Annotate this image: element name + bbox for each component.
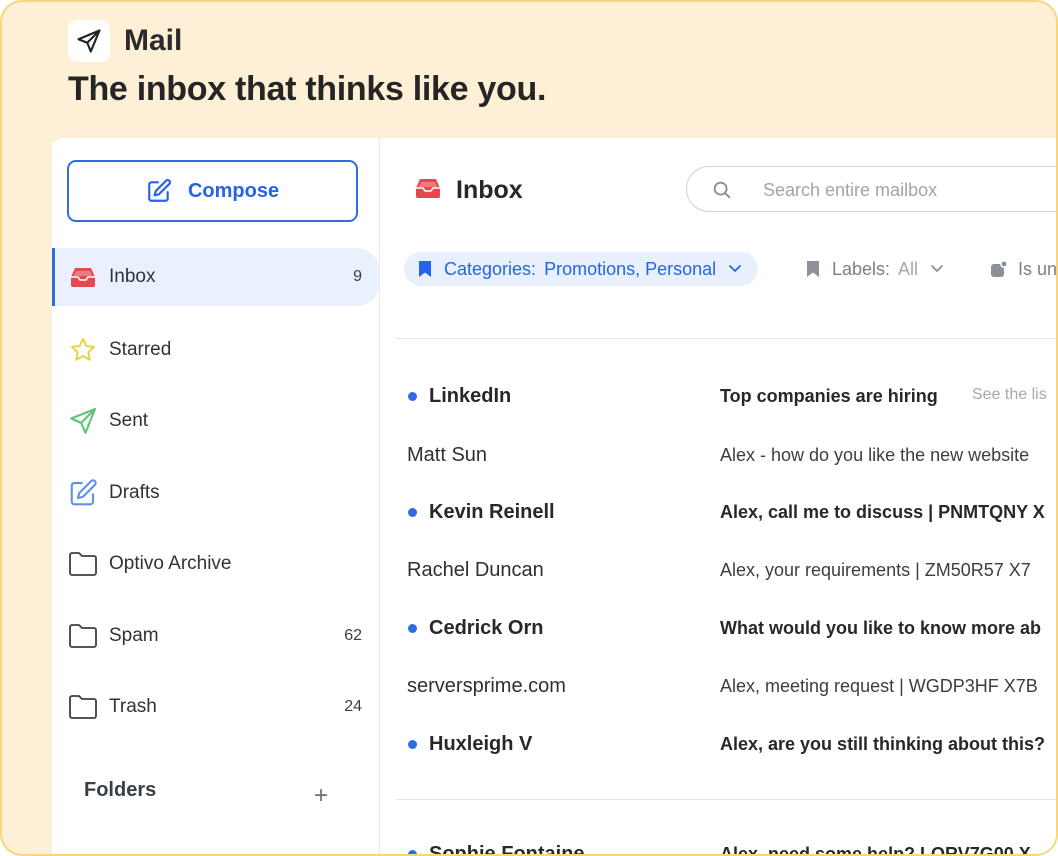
message-subject: Alex, meeting request | WGDP3HF X7B xyxy=(720,676,1038,696)
divider xyxy=(396,799,1056,800)
compose-icon xyxy=(148,179,171,202)
edit-icon xyxy=(67,477,99,509)
message-sender: Sophie Fontaine xyxy=(429,843,585,856)
brand-logo xyxy=(68,20,110,62)
sidebar-item-inbox[interactable]: Inbox 9 xyxy=(52,248,379,306)
unread-dot xyxy=(408,740,417,749)
labels-filter[interactable]: Labels: All xyxy=(806,252,944,286)
message-sender: Kevin Reinell xyxy=(429,501,555,523)
message-row[interactable]: Kevin Reinell Alex, call me to discuss |… xyxy=(380,486,1056,538)
trash-count: 24 xyxy=(344,698,362,715)
mail-app-window: Compose Inbox 9 Starred Sent Drafts Opti… xyxy=(52,138,1058,856)
sidebar-item-label: Trash xyxy=(109,696,157,717)
send-icon xyxy=(67,405,99,437)
unread-dot xyxy=(408,508,417,517)
folder-icon xyxy=(67,691,99,723)
categories-filter[interactable]: Categories: Promotions, Personal xyxy=(404,252,759,286)
message-subject: Alex, call me to discuss | PNMTQNY X xyxy=(720,502,1045,522)
compose-label: Compose xyxy=(187,179,280,202)
folder-icon xyxy=(67,620,99,652)
message-subject: Alex, are you still thinking about this? xyxy=(720,734,1046,754)
message-row[interactable]: Huxleigh V Alex, are you still thinking … xyxy=(380,718,1056,770)
main-panel: Inbox Categories: Promotions, Personal xyxy=(380,138,1058,856)
page-frame: Mail The inbox that thinks like you. Com… xyxy=(0,0,1058,856)
message-preview: See the lis xyxy=(972,386,1047,403)
paper-plane-icon xyxy=(77,29,101,53)
page-title-label: Inbox xyxy=(456,176,523,204)
message-row[interactable]: Sophie Fontaine Alex, need some help? LO… xyxy=(380,828,1056,856)
message-sender: LinkedIn xyxy=(429,385,512,407)
message-subject: What would you like to know more ab xyxy=(720,618,1042,638)
inbox-icon xyxy=(67,261,99,293)
brand-header: Mail xyxy=(68,20,182,62)
message-subject: Top companies are hiring xyxy=(720,386,938,406)
message-subject: Alex, your requirements | ZM50R57 X7 xyxy=(720,560,1031,580)
folders-heading: Folders xyxy=(84,779,157,801)
message-row[interactable]: LinkedIn Top companies are hiring See th… xyxy=(380,370,1056,422)
divider xyxy=(396,338,1056,339)
sidebar-item-label: Drafts xyxy=(109,482,160,503)
sidebar-item-label: Starred xyxy=(109,339,172,360)
bookmark-icon xyxy=(419,261,431,277)
sidebar-item-label: Optivo Archive xyxy=(109,553,232,574)
sidebar-item-label: Spam xyxy=(109,625,159,646)
sidebar-item-spam[interactable]: Spam 62 xyxy=(52,607,379,665)
unread-count: 9 xyxy=(353,268,362,285)
read-status-filter-label: Is un xyxy=(1018,258,1058,279)
sidebar-item-label: Sent xyxy=(109,410,149,431)
message-row[interactable]: serversprime.com Alex, meeting request |… xyxy=(380,660,1056,712)
message-sender: Matt Sun xyxy=(407,444,488,466)
sidebar-item-optivo-archive[interactable]: Optivo Archive xyxy=(52,535,379,593)
page-title: Inbox xyxy=(414,176,523,205)
star-icon xyxy=(67,334,99,366)
message-sender: Cedrick Orn xyxy=(429,617,544,639)
chevron-down-icon xyxy=(931,265,943,272)
labels-filter-label: Labels: xyxy=(832,258,891,279)
folder-icon xyxy=(67,548,99,580)
sidebar-item-starred[interactable]: Starred xyxy=(52,321,379,379)
spam-count: 62 xyxy=(344,627,362,644)
message-row[interactable]: Rachel Duncan Alex, your requirements | … xyxy=(380,544,1056,596)
unread-dot xyxy=(408,392,417,401)
message-sender: Huxleigh V xyxy=(429,733,533,755)
message-subject: Alex - how do you like the new website xyxy=(720,445,1030,465)
sidebar-item-drafts[interactable]: Drafts xyxy=(52,464,379,522)
unread-dot xyxy=(408,624,417,633)
categories-filter-value: Promotions, Personal xyxy=(544,258,717,279)
message-row[interactable]: Matt Sun Alex - how do you like the new … xyxy=(380,429,1056,481)
inbox-icon xyxy=(414,176,442,205)
message-sender: Rachel Duncan xyxy=(407,559,544,581)
unread-status-icon xyxy=(991,260,1008,277)
labels-filter-value: All xyxy=(898,258,919,279)
sidebar-item-label: Inbox xyxy=(109,266,156,287)
search-bar[interactable] xyxy=(686,166,1056,213)
message-row[interactable]: Cedrick Orn What would you like to know … xyxy=(380,602,1056,654)
unread-dot xyxy=(408,850,417,854)
message-sender: serversprime.com xyxy=(407,675,566,697)
brand-name: Mail xyxy=(124,24,183,57)
bookmark-icon xyxy=(807,261,819,277)
sidebar-item-sent[interactable]: Sent xyxy=(52,392,379,450)
chevron-down-icon xyxy=(729,265,742,272)
read-status-filter[interactable]: Is un xyxy=(990,252,1058,286)
search-input[interactable] xyxy=(761,167,1056,213)
add-folder-button[interactable]: + xyxy=(314,784,328,808)
tagline: The inbox that thinks like you. xyxy=(68,70,547,108)
message-subject: Alex, need some help? LORV7G00 X xyxy=(720,844,1031,856)
sidebar-item-trash[interactable]: Trash 24 xyxy=(52,678,379,736)
search-icon xyxy=(711,179,733,206)
sidebar: Compose Inbox 9 Starred Sent Drafts Opti… xyxy=(52,138,380,854)
compose-button[interactable]: Compose xyxy=(67,160,358,222)
categories-filter-label: Categories: xyxy=(444,258,537,279)
